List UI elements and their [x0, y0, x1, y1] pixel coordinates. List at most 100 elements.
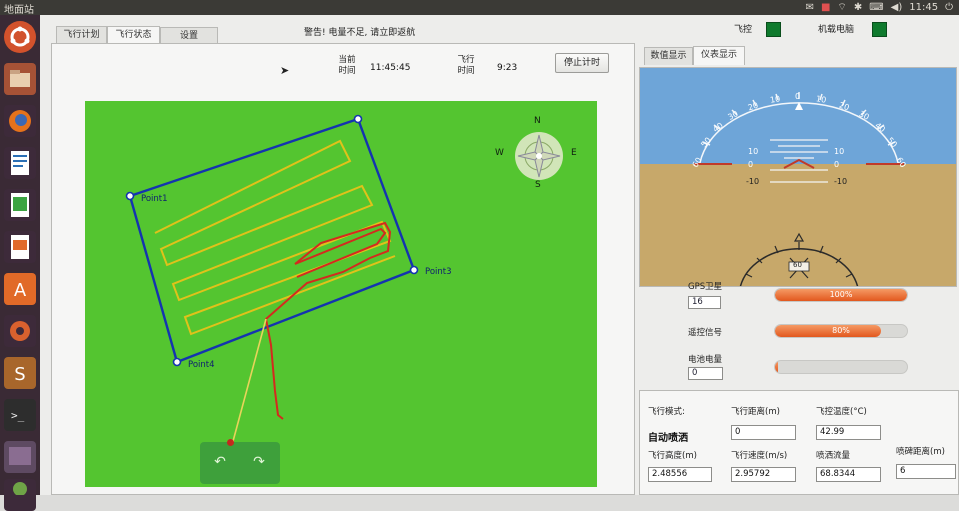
speed-field[interactable]: 2.95792 [731, 467, 796, 482]
system-tray: ✉ ■ ⌔ ✱ ⌨ ◀) 11:45 ⏻ [806, 1, 953, 14]
launcher-sidebar: A S >_ [0, 15, 40, 511]
roll-label-r10: 10 [815, 94, 827, 105]
ubuntu-dash-icon[interactable] [4, 21, 36, 53]
dropbox-icon[interactable]: ✉ [806, 2, 814, 13]
flight-ctrl-led [766, 22, 781, 37]
pitch-label-l10: 10 [748, 147, 759, 156]
current-time-value: 11:45:45 [370, 63, 411, 73]
writer-icon[interactable] [4, 147, 36, 179]
heading-value: 60 [793, 261, 802, 269]
gps-sat-bar: 100% [774, 288, 908, 302]
pitch-label-r10: 10 [834, 147, 845, 156]
mouse-cursor-icon: ➤ [280, 64, 290, 77]
trash-icon[interactable] [4, 479, 36, 511]
current-time-label: 当前 时间 [338, 55, 356, 76]
gps-sat-bar-pct: 100% [829, 290, 853, 299]
attitude-indicator: 60 50 40 30 20 10 0 10 20 30 40 50 60 10… [639, 67, 957, 287]
boundary-point-1 [125, 191, 135, 201]
map-canvas [125, 114, 563, 446]
window-title: 地面站 [4, 5, 34, 16]
flight-time-label: 飞行 时间 [457, 55, 475, 76]
distance-field[interactable]: 0 [731, 425, 796, 440]
svg-text:>_: >_ [11, 409, 25, 422]
svg-text:A: A [14, 280, 27, 301]
wifi-icon[interactable]: ⌔ [837, 1, 846, 14]
fc-temp-field[interactable]: 42.99 [816, 425, 881, 440]
flow-field[interactable]: 68.8344 [816, 467, 881, 482]
compass-e-label: E [571, 148, 577, 158]
boundary-point-3 [409, 265, 419, 275]
clock[interactable]: 11:45 [909, 2, 938, 13]
spray-dist-label: 喷碑距离(m) [896, 447, 945, 457]
tab-numeric-display[interactable]: 数值显示 [644, 47, 693, 65]
roll-label-l10: 10 [769, 94, 781, 105]
onboard-pc-label: 机载电脑 [818, 25, 855, 35]
flight-map[interactable]: N S E W Point1 Point3 Point4 ↶ ↷ [85, 101, 597, 487]
point-1-label: Point1 [141, 194, 168, 204]
compass-s-label: S [535, 180, 541, 190]
compass-w-label: W [495, 148, 504, 158]
map-control-pad: ↶ ↷ [200, 439, 280, 484]
onboard-pc-led [872, 22, 887, 37]
roll-label-0: 0 [795, 92, 801, 101]
battery-label: 电池电量 [688, 355, 723, 365]
flight-mode-value: 自动喷洒 [648, 433, 688, 444]
battery-value: 0 [688, 367, 723, 380]
point-3-label: Point3 [425, 267, 452, 277]
flight-time-value: 9:23 [497, 63, 518, 73]
instrument-panel: 数值显示 仪表显示 60 50 40 30 20 10 0 10 20 30 4… [639, 43, 959, 495]
tab-gauge-display[interactable]: 仪表显示 [693, 46, 745, 65]
firefox-icon[interactable] [4, 105, 36, 137]
battery-bar [774, 360, 908, 374]
warning-alert: 警告! 电量不足, 请立即返航 [304, 28, 416, 38]
spray-dist-field[interactable]: 6 [896, 464, 956, 479]
distance-label: 飞行距离(m) [731, 407, 780, 417]
settings-icon[interactable] [4, 315, 36, 347]
bluetooth-icon[interactable]: ✱ [854, 2, 862, 13]
calc-icon[interactable] [4, 189, 36, 221]
volume-icon[interactable]: ◀) [891, 2, 903, 13]
rc-signal-bar-pct: 80% [832, 326, 850, 335]
pitch-label-rm10: -10 [834, 177, 848, 186]
altitude-field[interactable]: 2.48556 [648, 467, 712, 482]
fc-temp-label: 飞控温度(°C) [816, 407, 867, 417]
power-icon[interactable]: ⏻ [945, 2, 953, 13]
keyboard-icon[interactable]: ⌨ [869, 2, 883, 13]
altitude-label: 飞行高度(m) [648, 451, 697, 461]
stop-timer-button[interactable]: 停止计时 [555, 53, 609, 73]
flight-status-panel: 当前 时间 11:45:45 飞行 时间 9:23 停止计时 ➤ N S E W… [51, 43, 635, 495]
workspace-icon[interactable] [4, 441, 36, 473]
rc-signal-label: 遥控信号 [688, 328, 723, 338]
flight-stats-box: 飞行模式: 自动喷洒 飞行距离(m) 0 飞控温度(°C) 42.99 飞行高度… [639, 390, 959, 495]
flight-area-boundary [128, 117, 416, 364]
boundary-point-4 [172, 357, 182, 367]
boundary-point-2 [353, 114, 363, 124]
rc-signal-bar: 80% [774, 324, 908, 338]
gps-sat-value: 16 [688, 296, 721, 309]
rotate-right-button[interactable]: ↷ [251, 454, 267, 470]
ground-station-app: 飞行计划 飞行状态 设置 警告! 电量不足, 请立即返航 飞控 机载电脑 当前 … [40, 15, 959, 495]
flow-label: 喷洒流量 [816, 451, 851, 461]
pitch-label-r0: 0 [834, 160, 840, 169]
compass-icon [515, 132, 563, 180]
pitch-label-l0: 0 [748, 160, 754, 169]
point-4-label: Point4 [188, 360, 215, 370]
pitch-label-lm10: -10 [746, 177, 760, 186]
flight-ctrl-label: 飞控 [734, 25, 753, 35]
camera-icon[interactable]: ■ [821, 2, 830, 13]
speed-label: 飞行速度(m/s) [731, 451, 788, 461]
system-top-bar: 地面站 ✉ ■ ⌔ ✱ ⌨ ◀) 11:45 ⏻ [0, 0, 959, 16]
compass-n-label: N [534, 116, 541, 126]
software-center-icon[interactable]: A [4, 273, 36, 305]
gps-sat-label: GPS卫星 [688, 282, 723, 292]
impress-icon[interactable] [4, 231, 36, 263]
flight-mode-label: 飞行模式: [648, 407, 685, 417]
files-icon[interactable] [4, 63, 36, 95]
home-marker [227, 439, 234, 446]
svg-text:S: S [14, 364, 25, 385]
terminal-icon[interactable]: >_ [4, 399, 36, 431]
app-s-icon[interactable]: S [4, 357, 36, 389]
tab-flight-plan[interactable]: 飞行计划 [56, 26, 107, 44]
battery-bar-fill [775, 361, 778, 373]
rotate-left-button[interactable]: ↶ [212, 454, 228, 470]
